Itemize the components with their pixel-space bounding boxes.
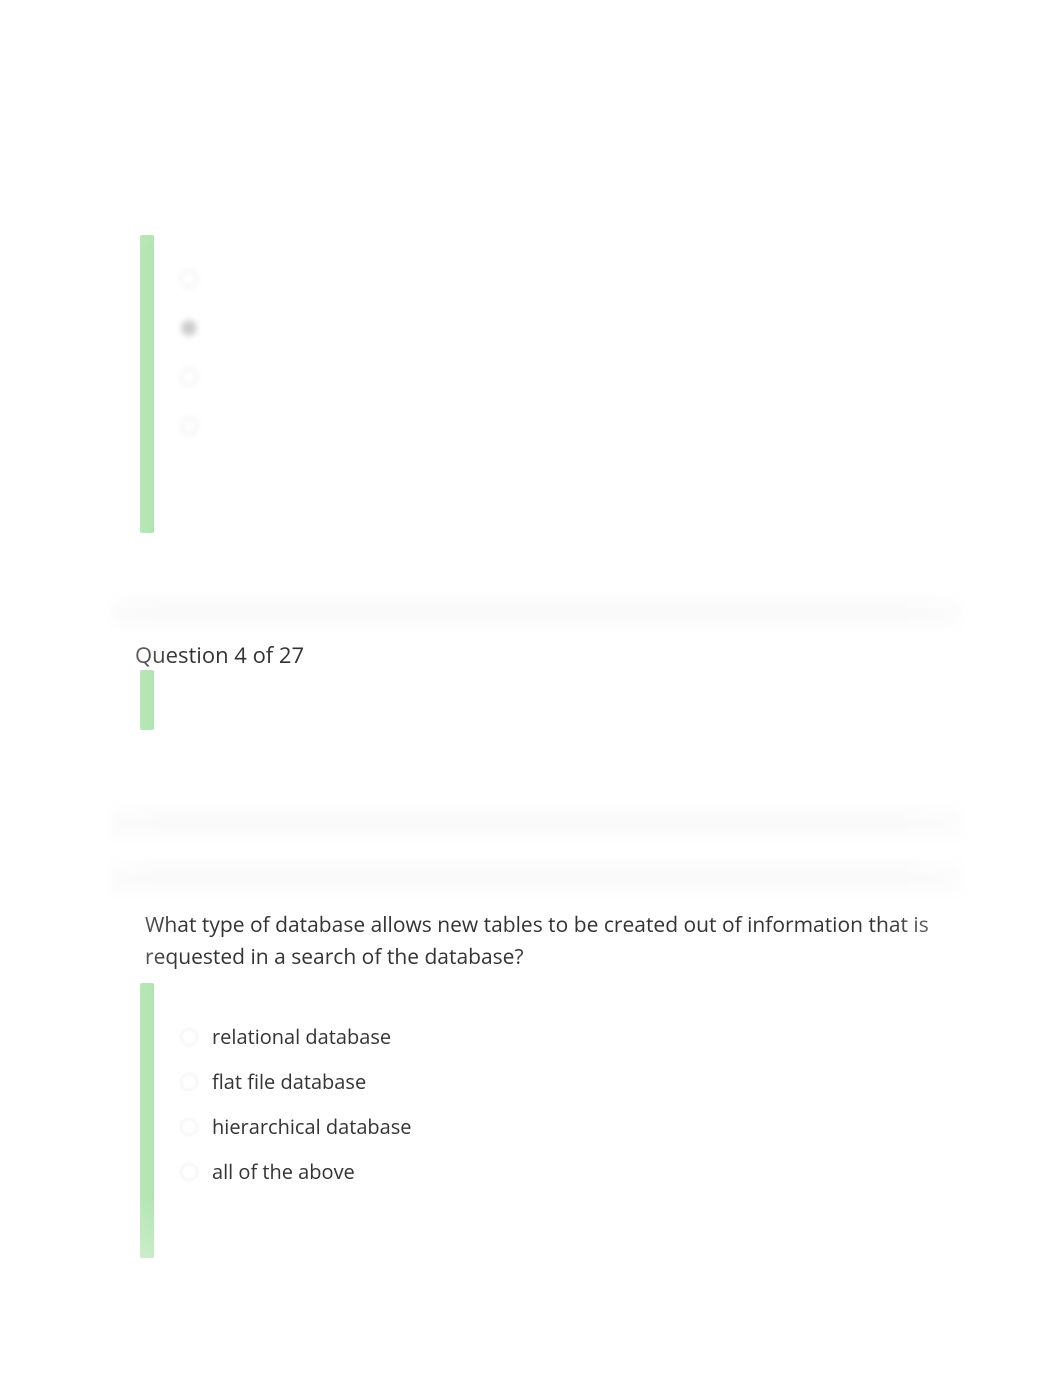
separator bbox=[110, 805, 962, 840]
answer-option[interactable]: hierarchical database bbox=[180, 1113, 412, 1140]
accent-bar bbox=[140, 983, 154, 1258]
radio-icon bbox=[180, 1118, 198, 1136]
radio-icon bbox=[180, 417, 198, 435]
accent-bar bbox=[140, 235, 154, 533]
separator bbox=[110, 860, 962, 895]
answer-option[interactable]: flat file database bbox=[180, 1068, 412, 1095]
option-label: all of the above bbox=[212, 1158, 355, 1185]
radio-icon bbox=[180, 1028, 198, 1046]
answer-option[interactable]: all of the above bbox=[180, 1158, 412, 1185]
accent-bar bbox=[140, 670, 154, 730]
previous-answer-list bbox=[180, 270, 198, 466]
radio-icon bbox=[180, 270, 198, 288]
option-label: hierarchical database bbox=[212, 1113, 412, 1140]
radio-icon bbox=[180, 368, 198, 386]
separator bbox=[110, 595, 962, 630]
page-container: Question 4 of 27 What type of database a… bbox=[110, 40, 962, 1377]
question-counter: Question 4 of 27 bbox=[135, 640, 304, 670]
question-text: What type of database allows new tables … bbox=[145, 910, 942, 973]
radio-icon bbox=[180, 1073, 198, 1091]
radio-icon bbox=[180, 319, 198, 337]
option-label: relational database bbox=[212, 1023, 391, 1050]
option-label: flat file database bbox=[212, 1068, 366, 1095]
radio-icon bbox=[180, 1163, 198, 1181]
answer-option[interactable]: relational database bbox=[180, 1023, 412, 1050]
answer-options-list: relational database flat file database h… bbox=[180, 1023, 412, 1203]
